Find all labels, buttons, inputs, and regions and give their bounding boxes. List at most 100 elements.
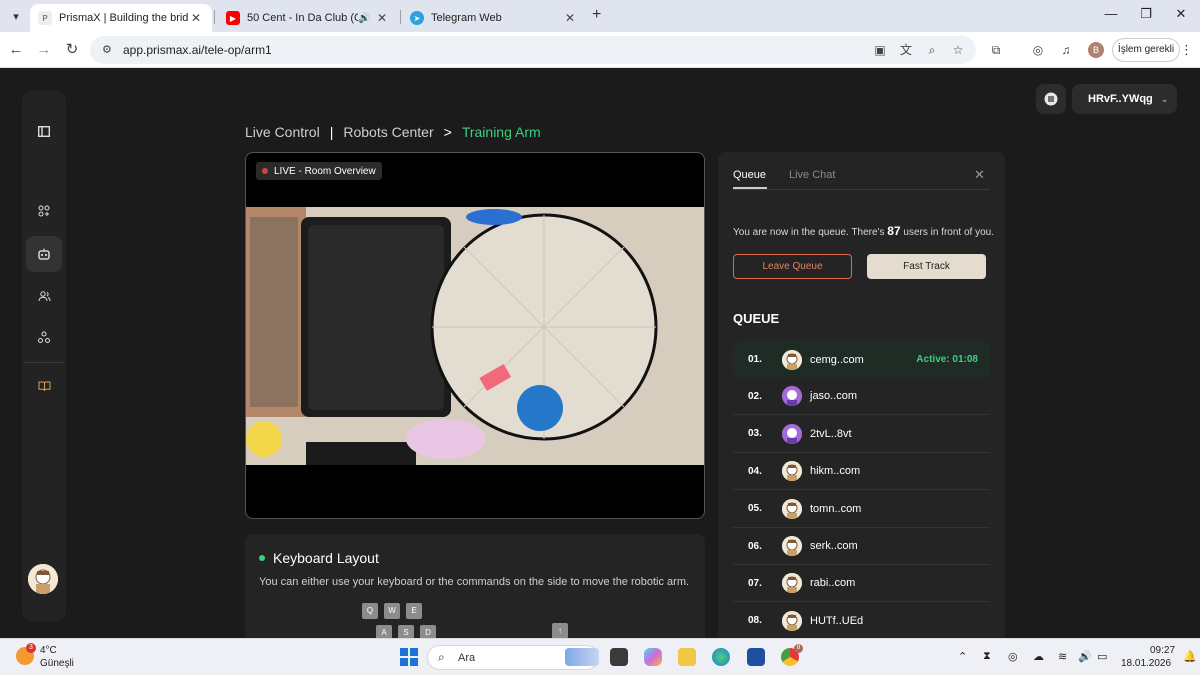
- copilot-icon[interactable]: [644, 648, 662, 666]
- tab-youtube[interactable]: ▶ 50 Cent - In Da Club (Officia 🔊 ✕: [218, 4, 398, 32]
- window-close-icon[interactable]: ✕: [1171, 6, 1191, 22]
- tab-live-chat[interactable]: Live Chat: [789, 169, 835, 181]
- live-dot-icon: [262, 168, 268, 174]
- tab-prismax[interactable]: P PrismaX | Building the bridge be ✕: [30, 4, 212, 32]
- restore-icon[interactable]: ❐: [1136, 6, 1156, 22]
- wallet-dropdown[interactable]: HRvF..YWqg ⌄: [1072, 84, 1177, 114]
- key-arrow-up[interactable]: ↑: [552, 623, 568, 638]
- start-windows-icon[interactable]: [400, 648, 418, 666]
- extensions-puzzle-icon[interactable]: ⧉: [988, 42, 1004, 58]
- audio-playing-icon[interactable]: 🔊: [358, 13, 370, 24]
- queue-user-name: jaso..com: [810, 390, 858, 403]
- chevron-down-icon: ⌄: [1160, 93, 1169, 104]
- queue-user-avatar: [782, 573, 802, 594]
- search-highlight-icon[interactable]: [565, 648, 599, 666]
- user-avatar[interactable]: [28, 564, 58, 594]
- weather-condition[interactable]: Güneşli: [40, 658, 74, 669]
- tray-app-icon[interactable]: ⧗: [983, 650, 991, 663]
- edge-browser-icon[interactable]: [712, 648, 730, 666]
- telegram-favicon-icon: ➤: [410, 11, 424, 25]
- battery-icon[interactable]: ▭: [1097, 650, 1107, 663]
- close-tab-icon[interactable]: ✕: [188, 11, 204, 25]
- key-d[interactable]: D: [420, 625, 436, 638]
- forward-arrow-icon[interactable]: →: [34, 40, 54, 60]
- queue-panel: Queue Live Chat ✕ You are now in the que…: [718, 152, 1005, 638]
- queue-user-name: 2tvL..8vt: [810, 427, 852, 440]
- wifi-icon[interactable]: ≋: [1058, 650, 1067, 663]
- robot-icon[interactable]: [26, 236, 62, 272]
- notifications-bell-icon[interactable]: 🔔: [1183, 650, 1197, 663]
- translate-icon[interactable]: 文: [898, 42, 914, 58]
- back-arrow-icon[interactable]: ←: [6, 40, 26, 60]
- tabs-divider: [733, 189, 990, 190]
- key-q[interactable]: Q: [362, 603, 378, 619]
- minimize-icon[interactable]: —: [1101, 6, 1121, 21]
- profile-avatar[interactable]: B: [1088, 42, 1104, 58]
- clock-date[interactable]: 18.01.2026: [1121, 658, 1171, 669]
- queue-user-avatar: [782, 423, 802, 444]
- tray-app-icon-3[interactable]: ☁: [1033, 650, 1044, 663]
- weather-badge: 3: [26, 643, 36, 653]
- task-view-icon[interactable]: [610, 648, 628, 666]
- close-tab-icon[interactable]: ✕: [374, 11, 390, 25]
- microsoft-store-icon[interactable]: [747, 648, 765, 666]
- breadcrumb-separator: |: [329, 124, 334, 140]
- tray-app-icon-2[interactable]: ◎: [1008, 650, 1018, 663]
- tray-overflow-chevron-icon[interactable]: ⌃: [958, 650, 967, 663]
- key-s[interactable]: S: [398, 625, 414, 638]
- volume-icon[interactable]: 🔊: [1078, 650, 1092, 663]
- tab-search-chevron-icon[interactable]: ▾: [6, 6, 26, 26]
- queue-position: 08.: [748, 615, 762, 627]
- address-bar[interactable]: ⚙ app.prismax.ai/tele-op/arm1 ▣ 文 ⌕ ☆: [90, 36, 976, 64]
- extension-icon[interactable]: ◎: [1030, 42, 1046, 58]
- queue-user-name: HUTf..UEd: [810, 614, 864, 627]
- key-a[interactable]: A: [376, 625, 392, 638]
- search-icon: ⌕: [438, 650, 445, 664]
- cast-icon[interactable]: ▣: [872, 42, 888, 58]
- queue-position: 07.: [748, 577, 762, 589]
- site-info-icon[interactable]: ⚙: [102, 43, 116, 57]
- reload-icon[interactable]: ↻: [62, 40, 82, 60]
- new-tab-plus-icon[interactable]: +: [592, 6, 601, 24]
- url-text[interactable]: app.prismax.ai/tele-op/arm1: [123, 43, 272, 57]
- queue-status-text: You are now in the queue. There's 87 use…: [733, 224, 994, 238]
- users-icon[interactable]: [26, 278, 62, 314]
- menu-button[interactable]: [1036, 84, 1066, 114]
- queue-user-name: hikm..com: [810, 465, 861, 478]
- leave-queue-button[interactable]: Leave Queue: [733, 254, 852, 279]
- queue-status-suffix: users in front of you.: [903, 227, 994, 238]
- close-icon[interactable]: ✕: [974, 167, 985, 183]
- key-e[interactable]: E: [406, 603, 422, 619]
- page-content: HRvF..YWqg ⌄ Live Control | Robots Cente…: [0, 68, 1200, 638]
- status-dot-icon: [259, 555, 265, 561]
- queue-heading: QUEUE: [733, 311, 780, 326]
- breadcrumb-robots-center[interactable]: Robots Center: [343, 124, 433, 140]
- live-badge: LIVE - Room Overview: [256, 162, 382, 180]
- key-w[interactable]: W: [384, 603, 400, 619]
- breadcrumb: Live Control | Robots Center > Training …: [245, 124, 541, 140]
- tab-separator: [400, 10, 401, 24]
- dashboard-icon[interactable]: [26, 193, 62, 229]
- close-tab-icon[interactable]: ✕: [562, 11, 578, 25]
- docs-book-icon[interactable]: [26, 368, 62, 404]
- zoom-icon[interactable]: ⌕: [924, 42, 940, 58]
- queue-position: 05.: [748, 503, 762, 515]
- live-video-feed[interactable]: LIVE - Room Overview: [245, 152, 705, 519]
- clock-time[interactable]: 09:27: [1150, 645, 1175, 656]
- fast-track-button[interactable]: Fast Track: [867, 254, 986, 279]
- bookmark-star-icon[interactable]: ☆: [950, 42, 966, 58]
- weather-temperature[interactable]: 4°C: [40, 645, 57, 656]
- browser-menu-icon[interactable]: ⋮: [1180, 42, 1193, 58]
- breadcrumb-live-control[interactable]: Live Control: [245, 124, 320, 140]
- file-explorer-icon[interactable]: [678, 648, 696, 666]
- tab-queue[interactable]: Queue: [733, 169, 766, 181]
- network-icon[interactable]: [26, 319, 62, 355]
- media-controls-icon[interactable]: ♫: [1058, 42, 1074, 58]
- action-required-button[interactable]: İşlem gerekli: [1112, 38, 1180, 62]
- active-timer: Active: 01:08: [916, 354, 978, 365]
- chrome-badge: 8: [794, 644, 803, 653]
- search-placeholder: Ara: [458, 652, 476, 664]
- sidebar-toggle-icon[interactable]: [26, 113, 62, 149]
- tab-telegram[interactable]: ➤ Telegram Web ✕: [402, 4, 586, 32]
- queue-row: 07. rabi..com: [733, 565, 990, 603]
